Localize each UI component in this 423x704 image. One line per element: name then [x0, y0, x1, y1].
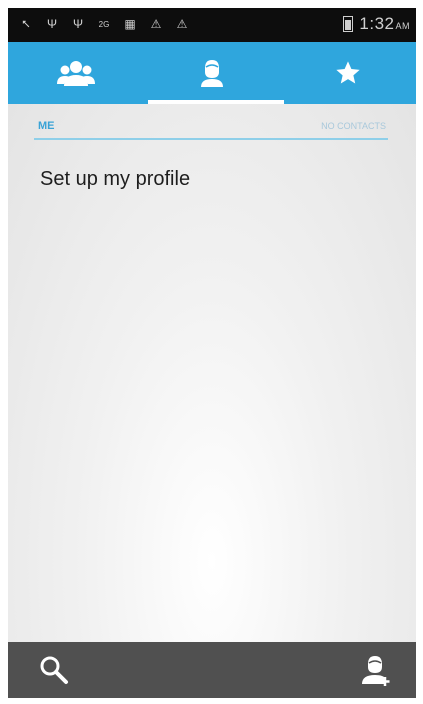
bottom-action-bar	[8, 642, 416, 698]
section-header: ME NO CONTACTS	[34, 118, 388, 140]
tab-me[interactable]	[144, 42, 280, 104]
usb-icon: ⭦	[22, 16, 30, 31]
status-bar: ⭦ Ψ Ψ 2G ▦ ⚠ ⚠ 1:32AM	[8, 8, 416, 42]
setup-profile-item[interactable]: Set up my profile	[40, 168, 190, 191]
add-contact-button[interactable]	[346, 642, 406, 698]
battery-icon	[343, 16, 354, 32]
usb-icon: Ψ	[72, 17, 84, 31]
contact-list: ME NO CONTACTS Set up my profile	[8, 104, 416, 642]
notification-icons: ⭦ Ψ Ψ 2G ▦ ⚠ ⚠	[18, 16, 190, 32]
search-icon	[40, 656, 68, 684]
2g-icon: 2G	[98, 19, 110, 29]
search-button[interactable]	[24, 642, 84, 698]
tab-favorites[interactable]	[280, 42, 416, 104]
phone-screen: ⭦ Ψ Ψ 2G ▦ ⚠ ⚠ 1:32AM ME NO CONTACTS Set…	[8, 8, 416, 698]
section-divider	[34, 138, 388, 140]
tab-groups[interactable]	[8, 42, 144, 104]
section-title: ME	[38, 120, 55, 132]
warning-icon: ⚠	[176, 17, 188, 31]
groups-icon	[57, 61, 95, 86]
star-icon	[336, 61, 360, 84]
contact-count: NO CONTACTS	[321, 121, 386, 131]
warning-icon: ⚠	[150, 17, 162, 31]
status-right: 1:32AM	[343, 14, 410, 34]
add-contact-icon	[362, 656, 390, 686]
usb-icon: Ψ	[46, 17, 58, 31]
clock: 1:32AM	[359, 14, 410, 33]
person-icon	[201, 60, 223, 87]
tab-bar	[8, 42, 416, 104]
sd-card-icon: ▦	[124, 17, 136, 31]
